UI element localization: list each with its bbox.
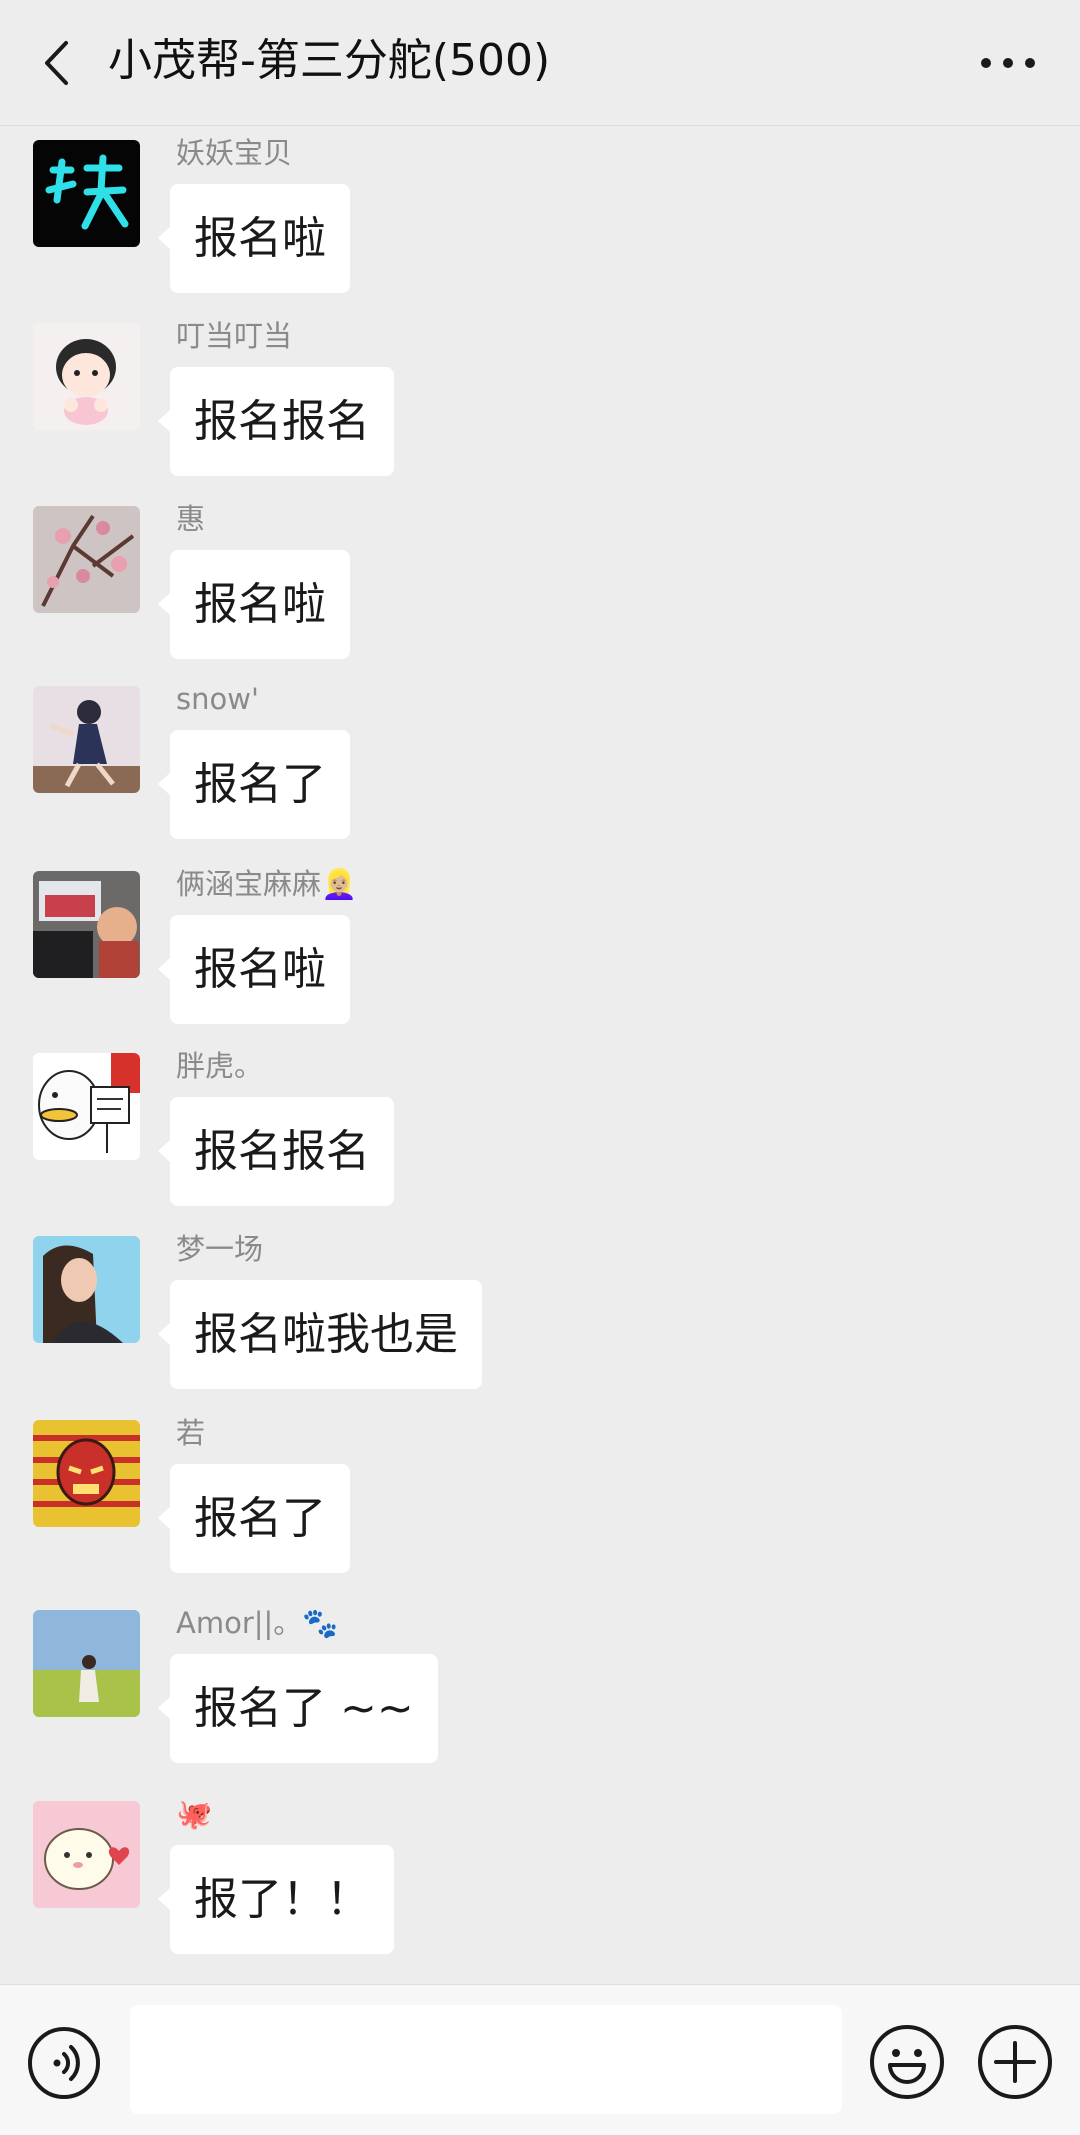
sender-name: 🐙 [176, 1797, 213, 1831]
message-bubble[interactable]: 报名啦 [158, 184, 350, 293]
avatar[interactable] [33, 1610, 140, 1717]
message-bubble[interactable]: 报了！！ [158, 1845, 394, 1954]
message-bubble[interactable]: 报名了 ~~ [158, 1654, 438, 1763]
sender-name: snow' [176, 682, 259, 716]
voice-icon [28, 2027, 100, 2099]
message-list[interactable]: 妖妖宝贝 报名啦 叮当叮当 报名报名 惠 报名啦 snow' 报名了 俩涵宝麻麻… [0, 126, 1080, 1984]
message-item: 俩涵宝麻麻👱🏼‍♀️ 报名啦 [0, 861, 1080, 1024]
plus-icon [978, 2025, 1052, 2099]
sender-name: 妖妖宝贝 [176, 136, 293, 170]
message-bubble[interactable]: 报名啦 [158, 915, 350, 1024]
voice-input-button[interactable] [26, 2025, 102, 2101]
sender-name: 梦一场 [176, 1232, 264, 1266]
sender-name: 胖虎。 [176, 1049, 264, 1083]
message-item: 🐙 报了！！ [0, 1791, 1080, 1954]
input-bar [0, 1984, 1080, 2135]
more-functions-button[interactable] [976, 2023, 1054, 2101]
avatar[interactable] [33, 140, 140, 247]
smiley-icon [870, 2025, 944, 2099]
message-bubble[interactable]: 报名报名 [158, 367, 394, 476]
avatar[interactable] [33, 1801, 140, 1908]
message-item: 惠 报名啦 [0, 496, 1080, 659]
back-button[interactable] [30, 33, 84, 93]
sender-name: 若 [176, 1416, 206, 1450]
message-bubble[interactable]: 报名了 [158, 730, 350, 839]
chat-header: 小茂帮-第三分舵(500) [0, 0, 1080, 126]
sender-name: 惠 [176, 502, 206, 536]
message-item: 胖虎。 报名报名 [0, 1043, 1080, 1206]
message-input[interactable] [130, 2005, 842, 2114]
avatar[interactable] [33, 323, 140, 430]
chevron-left-icon [45, 41, 68, 85]
avatar[interactable] [33, 686, 140, 793]
message-bubble[interactable]: 报名了 [158, 1464, 350, 1573]
message-item: Amor||。🐾 报名了 ~~ [0, 1600, 1080, 1763]
sender-name: Amor||。🐾 [176, 1606, 339, 1640]
avatar[interactable] [33, 506, 140, 613]
sender-name: 叮当叮当 [176, 319, 293, 353]
message-item: 叮当叮当 报名报名 [0, 313, 1080, 476]
emoji-button[interactable] [868, 2023, 946, 2101]
avatar[interactable] [33, 1053, 140, 1160]
page-title: 小茂帮-第三分舵(500) [108, 35, 551, 86]
message-item: 妖妖宝贝 报名啦 [0, 130, 1080, 293]
avatar[interactable] [33, 1420, 140, 1527]
sender-name: 俩涵宝麻麻👱🏼‍♀️ [176, 867, 358, 901]
message-item: snow' 报名了 [0, 676, 1080, 839]
message-bubble[interactable]: 报名啦 [158, 550, 350, 659]
message-item: 若 报名了 [0, 1410, 1080, 1573]
avatar[interactable] [33, 871, 140, 978]
message-item: 梦一场 报名啦我也是 [0, 1226, 1080, 1389]
message-bubble[interactable]: 报名报名 [158, 1097, 394, 1206]
more-dots-icon [981, 58, 1035, 68]
more-options-button[interactable] [970, 38, 1046, 88]
avatar[interactable] [33, 1236, 140, 1343]
message-bubble[interactable]: 报名啦我也是 [158, 1280, 482, 1389]
